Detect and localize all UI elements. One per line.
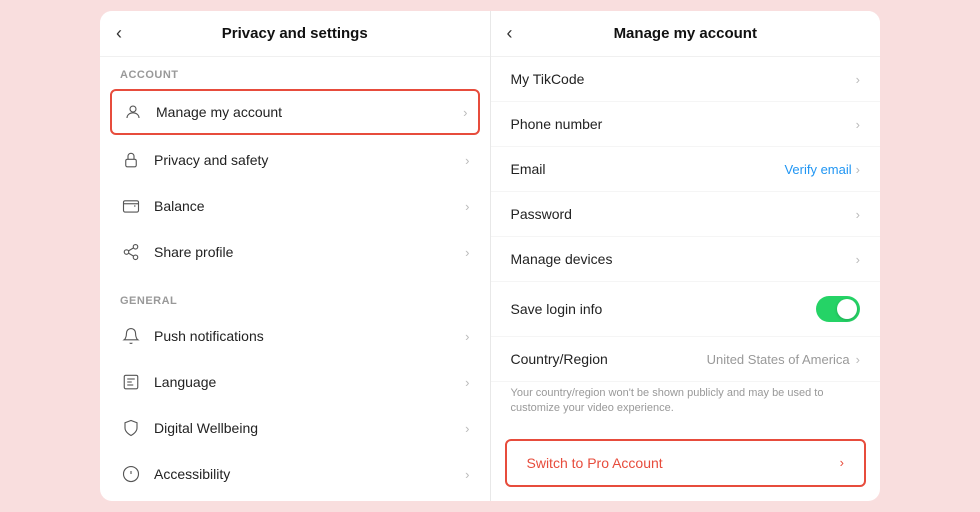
verify-email-link[interactable]: Verify email: [784, 162, 851, 177]
right-panel-title: Manage my account: [614, 25, 757, 42]
push-notifications-label: Push notifications: [154, 328, 465, 344]
menu-item-manage-account[interactable]: Manage my account ›: [110, 89, 480, 135]
wallet-icon: [120, 195, 142, 217]
switch-pro-label: Switch to Pro Account: [527, 455, 840, 471]
privacy-safety-label: Privacy and safety: [154, 152, 465, 168]
language-chevron: ›: [465, 375, 469, 390]
digital-wellbeing-chevron: ›: [465, 421, 469, 436]
text-icon: [120, 371, 142, 393]
menu-item-password[interactable]: Password ›: [491, 192, 881, 237]
panels-container: ‹ Privacy and settings ACCOUNT Manage my…: [100, 11, 880, 501]
menu-item-privacy-safety[interactable]: Privacy and safety ›: [100, 137, 490, 183]
manage-devices-label: Manage devices: [511, 251, 856, 267]
menu-item-save-login-info[interactable]: Save login info: [491, 282, 881, 337]
password-label: Password: [511, 206, 856, 222]
share-profile-label: Share profile: [154, 244, 465, 260]
menu-item-my-tikcode[interactable]: My TikCode ›: [491, 57, 881, 102]
menu-item-manage-devices[interactable]: Manage devices ›: [491, 237, 881, 282]
switch-pro-account-item[interactable]: Switch to Pro Account ›: [505, 439, 867, 487]
my-tikcode-chevron: ›: [856, 72, 860, 87]
left-panel: ‹ Privacy and settings ACCOUNT Manage my…: [100, 11, 491, 501]
menu-item-country-region[interactable]: Country/Region United States of America …: [491, 337, 881, 382]
menu-item-accessibility[interactable]: Accessibility ›: [100, 451, 490, 497]
my-tikcode-label: My TikCode: [511, 71, 856, 87]
section-label-general: GENERAL: [100, 283, 490, 313]
accessibility-icon: [120, 463, 142, 485]
manage-account-chevron: ›: [463, 105, 467, 120]
country-region-label: Country/Region: [511, 351, 707, 367]
digital-wellbeing-label: Digital Wellbeing: [154, 420, 465, 436]
left-back-arrow[interactable]: ‹: [116, 23, 122, 44]
menu-item-language[interactable]: Language ›: [100, 359, 490, 405]
email-label: Email: [511, 161, 785, 177]
language-label: Language: [154, 374, 465, 390]
switch-pro-chevron: ›: [840, 455, 844, 470]
balance-chevron: ›: [465, 199, 469, 214]
right-panel: ‹ Manage my account My TikCode › Phone n…: [491, 11, 881, 501]
save-login-info-label: Save login info: [511, 301, 817, 317]
menu-item-share-profile[interactable]: Share profile ›: [100, 229, 490, 275]
country-note: Your country/region won't be shown publi…: [491, 382, 881, 431]
phone-number-label: Phone number: [511, 116, 856, 132]
left-panel-header: ‹ Privacy and settings: [100, 11, 490, 57]
balance-label: Balance: [154, 198, 465, 214]
manage-account-label: Manage my account: [156, 104, 463, 120]
share-icon: [120, 241, 142, 263]
phone-number-chevron: ›: [856, 117, 860, 132]
section-label-account: ACCOUNT: [100, 57, 490, 87]
accessibility-label: Accessibility: [154, 466, 465, 482]
password-chevron: ›: [856, 207, 860, 222]
right-back-arrow[interactable]: ‹: [507, 23, 513, 44]
push-notifications-chevron: ›: [465, 329, 469, 344]
left-panel-title: Privacy and settings: [222, 25, 368, 42]
bell-icon: [120, 325, 142, 347]
menu-item-balance[interactable]: Balance ›: [100, 183, 490, 229]
share-profile-chevron: ›: [465, 245, 469, 260]
lock-icon: [120, 149, 142, 171]
email-chevron: ›: [856, 162, 860, 177]
save-login-toggle[interactable]: [816, 296, 860, 322]
accessibility-chevron: ›: [465, 467, 469, 482]
digital-wellbeing-icon: [120, 417, 142, 439]
country-region-chevron: ›: [856, 352, 860, 367]
country-region-value: United States of America: [707, 352, 850, 367]
menu-item-digital-wellbeing[interactable]: Digital Wellbeing ›: [100, 405, 490, 451]
menu-item-phone-number[interactable]: Phone number ›: [491, 102, 881, 147]
menu-item-email[interactable]: Email Verify email ›: [491, 147, 881, 192]
user-icon: [122, 101, 144, 123]
privacy-safety-chevron: ›: [465, 153, 469, 168]
menu-item-push-notifications[interactable]: Push notifications ›: [100, 313, 490, 359]
manage-devices-chevron: ›: [856, 252, 860, 267]
right-panel-header: ‹ Manage my account: [491, 11, 881, 57]
